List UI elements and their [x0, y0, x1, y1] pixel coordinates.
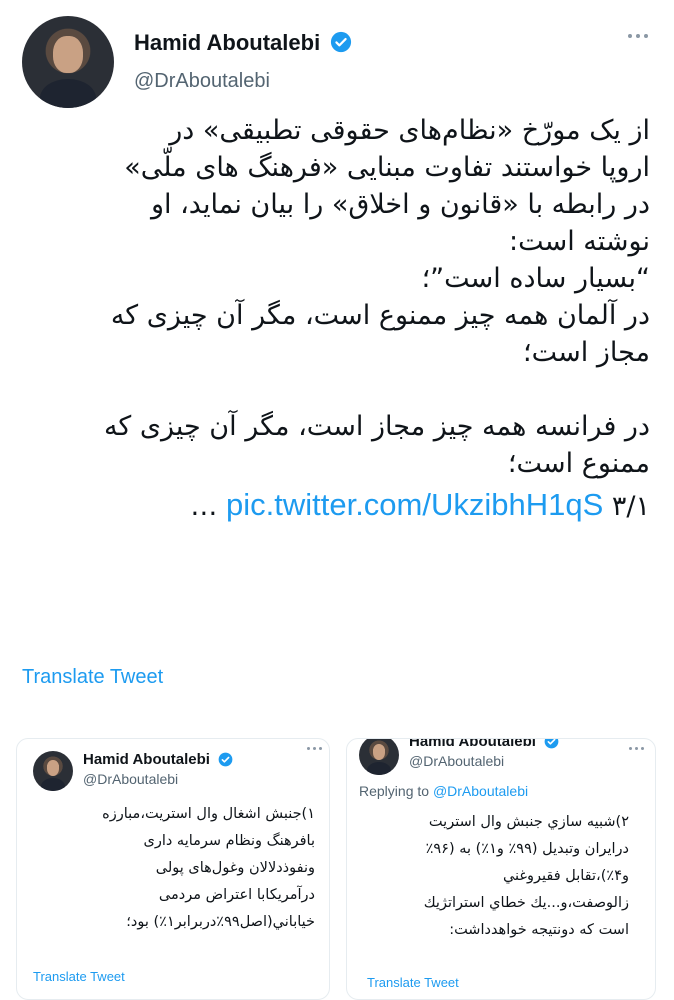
card-line: زالوصفت،و...یك خطاي استراتژیك — [423, 895, 629, 911]
tweet-line: اروپا خواستند تفاوت مبنایی «فرهنگ های مل… — [124, 152, 650, 183]
more-options-icon[interactable] — [307, 747, 322, 750]
card-author-name[interactable]: Hamid Aboutalebi — [409, 739, 536, 750]
card-author-handle[interactable]: @DrAboutalebi — [409, 753, 504, 769]
card-author-handle[interactable]: @DrAboutalebi — [83, 771, 178, 787]
translate-tweet-button[interactable]: Translate Tweet — [22, 666, 163, 689]
card-line: درآمریکابا اعتراض مردمی — [158, 887, 315, 903]
card-author-name-row[interactable]: Hamid Aboutalebi — [409, 739, 559, 750]
author-name[interactable]: Hamid Aboutalebi — [134, 30, 320, 55]
more-options-icon[interactable] — [629, 747, 644, 750]
card-author-name-row[interactable]: Hamid Aboutalebi — [83, 751, 233, 768]
card-line: و۴٪)،تقابل فقیروغني — [502, 868, 629, 884]
tweet-line: در رابطه با «قانون و اخلاق» را بیان نمای… — [150, 189, 650, 220]
tweet-media-link[interactable]: pic.twitter.com/UkzibhH1qS — [226, 487, 603, 522]
card-translate-button[interactable]: Translate Tweet — [367, 975, 459, 990]
author-handle[interactable]: @DrAboutalebi — [134, 70, 270, 93]
attached-tweet-card-1[interactable]: Hamid Aboutalebi @DrAboutalebi ۱)جنبش اش… — [16, 738, 330, 1000]
card-line: بافرهنگ ونظام سرمایه داری — [143, 833, 315, 849]
tweet-line: ممنوع است؛ — [507, 448, 650, 479]
card-author-name[interactable]: Hamid Aboutalebi — [83, 751, 210, 768]
tweet-line: در آلمان همه چیز ممنوع است، مگر آن چیزی … — [110, 300, 650, 331]
card-line: است که دونتیجه خواهدداشت: — [449, 922, 629, 938]
card-line: ۲)شبیه سازي جنبش وال استریت — [428, 814, 629, 830]
tweet-line: مجاز است؛ — [523, 337, 650, 368]
card-text: ۱)جنبش اشغال وال استریت،مبارزه بافرهنگ و… — [25, 801, 315, 936]
tweet-line: “بسیار ساده است”؛ — [421, 263, 650, 294]
tweet-line: نوشته است: — [508, 226, 650, 257]
tweet-body: از یک مورّخ «نظام‌های حقوقی تطبیقی» در ا… — [20, 112, 650, 525]
card-text: ۲)شبیه سازي جنبش وال استریت درایران وتبد… — [353, 809, 629, 944]
card-line: خیاباني(اصل۹۹٪دربرابر۱٪) بود؛ — [126, 914, 315, 930]
tweet-last-line: pic.twitter.com/UkzibhH1qS ۳/۱ … — [20, 486, 650, 525]
card-avatar[interactable] — [359, 739, 399, 775]
replying-handle-link[interactable]: @DrAboutalebi — [433, 783, 528, 799]
attached-tweet-card-2[interactable]: Hamid Aboutalebi @DrAboutalebi Replying … — [346, 738, 656, 1000]
replying-prefix: Replying to — [359, 783, 430, 799]
tweet-line: در فرانسه همه چیز مجاز است، مگر آن چیزی … — [103, 411, 650, 442]
verified-badge-icon — [544, 739, 559, 749]
author-name-row[interactable]: Hamid Aboutalebi — [134, 30, 352, 56]
more-options-icon[interactable] — [628, 34, 648, 38]
verified-badge-icon — [218, 752, 233, 767]
tweet-line: از یک مورّخ «نظام‌های حقوقی تطبیقی» در — [169, 115, 650, 146]
card-avatar[interactable] — [33, 751, 73, 791]
card-translate-button[interactable]: Translate Tweet — [33, 969, 125, 984]
card-line: ۱)جنبش اشغال وال استریت،مبارزه — [102, 806, 315, 822]
card-line: درایران وتبدیل (۹۹٪ و۱٪) به (۹۶٪ — [425, 841, 629, 857]
replying-to: Replying to @DrAboutalebi — [359, 783, 528, 799]
verified-badge-icon — [331, 31, 352, 53]
author-avatar[interactable] — [22, 16, 114, 108]
card-line: ونفوذدلالان وغول‌های پولی — [155, 860, 315, 876]
